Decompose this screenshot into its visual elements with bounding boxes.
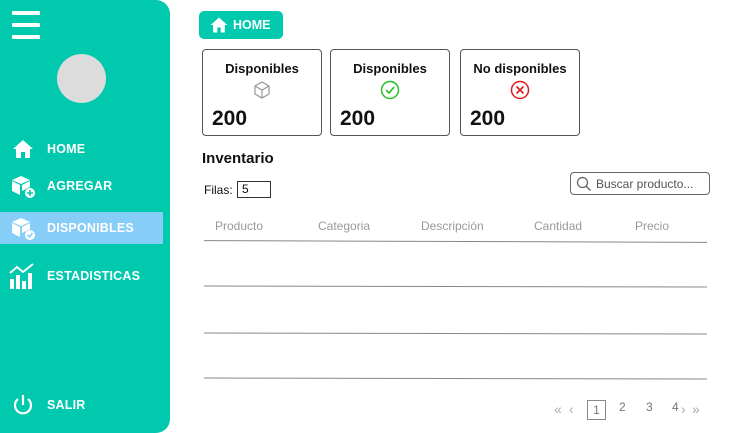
sidebar-item-disponibles[interactable]: DISPONIBLES <box>0 212 163 244</box>
page-button[interactable]: 3 <box>646 400 653 414</box>
stats-chart-icon <box>9 262 37 290</box>
card-value: 200 <box>470 107 506 130</box>
sidebar-item-home[interactable]: HOME <box>0 133 170 165</box>
card-no-disponibles: No disponibles 200 <box>460 49 580 136</box>
breadcrumb-label: HOME <box>233 18 271 32</box>
sidebar-item-estadisticas[interactable]: ESTADISTICAS <box>0 260 170 292</box>
search-icon <box>576 176 591 191</box>
card-disponibles: Disponibles 200 <box>202 49 322 136</box>
column-header-descripcion[interactable]: Descripción <box>421 219 484 233</box>
sidebar: HOME AGREGAR DISPONIBLES ESTADISTICAS SA… <box>0 0 170 433</box>
sidebar-item-label: DISPONIBLES <box>47 221 134 235</box>
column-header-categoria[interactable]: Categoria <box>318 219 370 233</box>
rows-label: Filas: <box>204 183 233 197</box>
search-input[interactable]: Buscar producto... <box>570 172 710 195</box>
card-disponibles-check: Disponibles 200 <box>330 49 450 136</box>
table-row-divider <box>203 285 708 288</box>
card-value: 200 <box>212 107 248 130</box>
sidebar-item-label: HOME <box>47 142 86 156</box>
logout-label: SALIR <box>47 398 86 412</box>
page-button-current[interactable]: 1 <box>587 400 606 420</box>
avatar[interactable] <box>57 54 106 103</box>
card-title: Disponibles <box>225 61 299 76</box>
rows-input[interactable]: 5 <box>237 181 271 198</box>
home-icon <box>9 135 37 163</box>
prev-page-icon[interactable]: ‹ <box>569 401 573 417</box>
power-icon <box>9 391 37 419</box>
page-button[interactable]: 4 <box>672 400 679 414</box>
last-page-icon[interactable]: » <box>692 401 700 417</box>
logout-button[interactable]: SALIR <box>0 389 170 421</box>
add-box-icon <box>9 172 37 200</box>
table-header-divider <box>203 240 708 243</box>
check-circle-icon <box>380 80 400 100</box>
page-button[interactable]: 2 <box>619 400 626 414</box>
home-icon <box>210 17 228 33</box>
card-title: Disponibles <box>353 61 427 76</box>
breadcrumb[interactable]: HOME <box>199 11 283 39</box>
card-title: No disponibles <box>473 61 567 76</box>
table-row-divider <box>203 332 708 335</box>
search-placeholder: Buscar producto... <box>596 176 694 191</box>
column-header-precio[interactable]: Precio <box>635 219 669 233</box>
table-row-divider <box>203 377 708 380</box>
first-page-icon[interactable]: « <box>554 401 562 417</box>
column-header-cantidad[interactable]: Cantidad <box>534 219 582 233</box>
sidebar-item-agregar[interactable]: AGREGAR <box>0 170 170 202</box>
available-box-icon <box>9 214 37 242</box>
column-header-producto[interactable]: Producto <box>215 219 263 233</box>
x-circle-icon <box>510 80 530 100</box>
sidebar-item-label: AGREGAR <box>47 179 113 193</box>
menu-icon[interactable] <box>12 11 40 39</box>
next-page-icon[interactable]: › <box>681 401 685 417</box>
sidebar-item-label: ESTADISTICAS <box>47 269 141 283</box>
box-icon <box>252 80 272 100</box>
page-title: Inventario <box>202 150 274 167</box>
card-value: 200 <box>340 107 376 130</box>
